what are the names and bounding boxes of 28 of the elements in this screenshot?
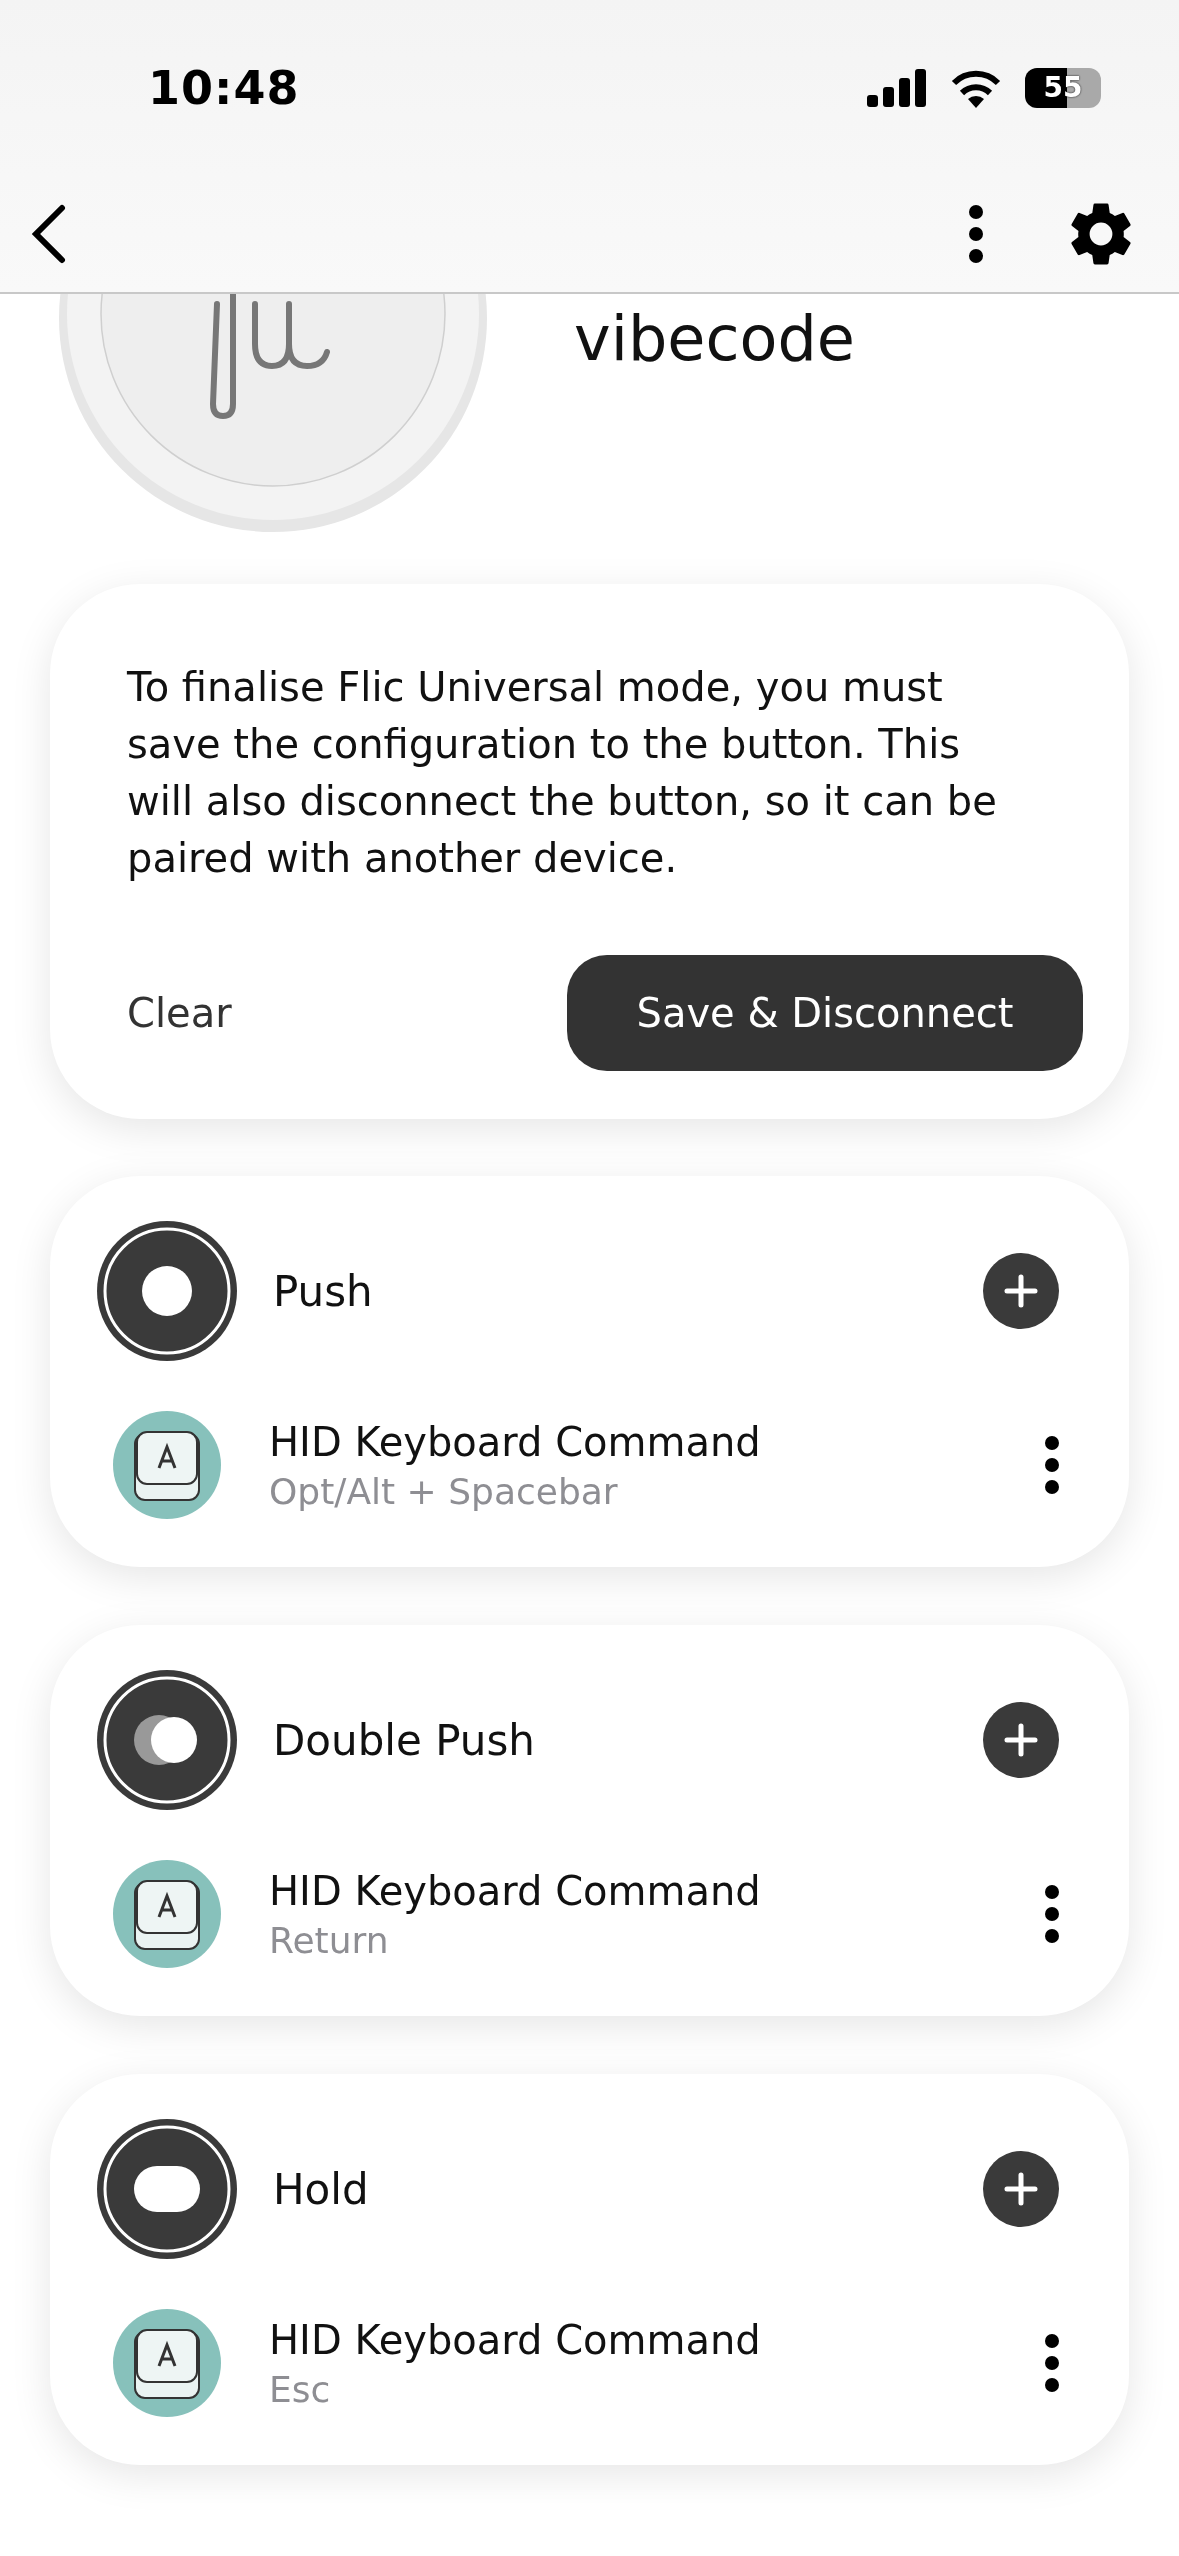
action-detail: Opt/Alt + Spacebar xyxy=(269,1470,619,1512)
status-time: 10:48 xyxy=(148,60,300,115)
action-title: HID Keyboard Command xyxy=(269,1418,762,1465)
save-disconnect-button[interactable]: Save & Disconnect xyxy=(567,955,1083,1071)
notice-text: To finalise Flic Universal mode, you must save the configuration to the button. This will also disconnect the button, so it can be paired with another device. xyxy=(127,663,998,883)
action-title: HID Keyboard Command xyxy=(269,2316,762,2363)
plus-icon xyxy=(1003,2171,1039,2207)
trigger-label: Hold xyxy=(273,2164,370,2214)
plus-icon xyxy=(1003,1273,1039,1309)
action-detail: Esc xyxy=(269,2368,332,2410)
plus-icon xyxy=(1003,1722,1039,1758)
keyboard-key-icon xyxy=(113,1411,221,1519)
device-name: vibecode xyxy=(574,302,855,375)
trigger-label: Push xyxy=(273,1266,374,1316)
more-options-button[interactable] xyxy=(969,204,983,263)
keyboard-key-icon xyxy=(113,1860,221,1968)
trigger-label: Double Push xyxy=(273,1715,536,1765)
action-title: HID Keyboard Command xyxy=(269,1867,762,1914)
signal-icon xyxy=(867,68,927,107)
keyboard-key-icon xyxy=(113,2309,221,2417)
circle-icon xyxy=(97,1221,237,1361)
clear-button[interactable]: Clear xyxy=(127,990,232,1036)
double-circle-icon xyxy=(97,1670,237,1810)
action-menu-button[interactable] xyxy=(1045,2334,1059,2392)
action-menu-button[interactable] xyxy=(1045,1885,1059,1943)
pill-icon xyxy=(97,2119,237,2259)
action-menu-button[interactable] xyxy=(1045,1436,1059,1494)
action-detail: Return xyxy=(269,1919,390,1961)
